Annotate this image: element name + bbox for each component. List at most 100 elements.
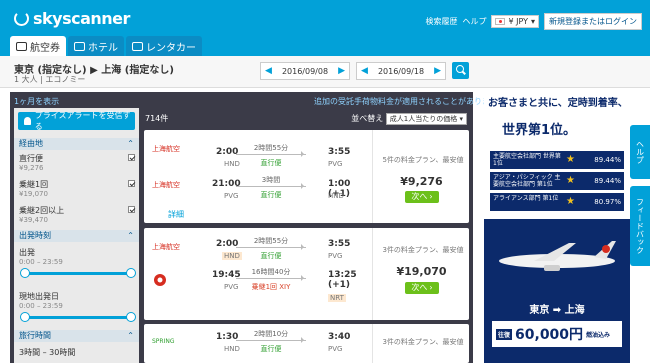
stops-two-plus-label: 乗継2回以上 xyxy=(19,206,65,215)
baggage-notice[interactable]: 追加の受託手荷物料金が適用されることがあります xyxy=(314,96,498,107)
return-time-slider[interactable] xyxy=(20,312,136,322)
slider-min-handle[interactable] xyxy=(20,312,30,322)
route-arrow-icon xyxy=(236,151,306,157)
passenger-info: 1 大人 | エコノミー xyxy=(14,75,86,84)
hainan-airlines-logo-icon xyxy=(154,274,166,286)
svg-text:SPRING: SPRING xyxy=(152,338,175,345)
results-header: 714件 並べ替え 成人1人当たりの価格 ▾ xyxy=(143,110,469,126)
airline-logo-icon: 上海航空 xyxy=(152,242,180,251)
results-count: 714件 xyxy=(145,113,169,123)
airline-logo-icon: 上海航空 xyxy=(152,144,180,153)
prev-date-icon[interactable]: ◀ xyxy=(361,66,368,76)
price-column: 5件の料金プラン、最安値 ¥9,276 次へ xyxy=(372,130,469,223)
stops-filter-header[interactable]: 経由地 ⌃ xyxy=(14,138,139,150)
details-link[interactable]: 詳細 xyxy=(168,209,184,220)
slider-max-handle[interactable] xyxy=(126,268,136,278)
feedback-side-tab[interactable]: フィードバック xyxy=(630,186,650,266)
product-tabs: 航空券 ホテル レンタカー xyxy=(10,36,202,56)
jal-advertisement[interactable]: お客さまと共に、定時到着率、 世界第1位。 主要航空会社部門 世界第1位 ★ 8… xyxy=(484,89,630,363)
sort-control: 並べ替え 成人1人当たりの価格 ▾ xyxy=(351,112,467,125)
sort-select[interactable]: 成人1人当たりの価格 ▾ xyxy=(385,112,467,125)
search-summary: 東京 (指定なし) ▶ 上海 (指定なし) 1 大人 | エコノミー ◀ 201… xyxy=(0,56,650,88)
chevron-up-icon: ⌃ xyxy=(127,139,134,148)
tab-hotels[interactable]: ホテル xyxy=(68,36,124,56)
logo-mark-icon xyxy=(14,11,29,26)
help-side-tab[interactable]: ヘルプ xyxy=(630,125,650,179)
award-row: アジア・パシフィック 主要航空会社部門 第1位 ★ 89.44% xyxy=(490,172,624,190)
price: ¥19,070 xyxy=(396,265,447,278)
next-date-icon[interactable]: ▶ xyxy=(338,66,345,76)
depart-time-label: 出発 xyxy=(19,248,35,257)
help-link[interactable]: ヘルプ xyxy=(462,16,486,27)
ad-route: 東京 ➡ 上海 xyxy=(529,305,585,316)
duration-range: 3時間 – 30時間 xyxy=(19,348,76,357)
star-icon: ★ xyxy=(566,196,575,207)
skyscanner-logo[interactable]: skyscanner xyxy=(14,9,130,28)
svg-text:上海航空: 上海航空 xyxy=(152,180,180,189)
stops-two-plus-checkbox[interactable] xyxy=(128,206,135,213)
depart-time-range: 0:00 – 23:59 xyxy=(19,258,63,266)
stops-direct-price: ¥9,276 xyxy=(19,164,44,172)
stops-one-label: 乗継1回 xyxy=(19,180,49,189)
ad-headline: 世界第1位。 xyxy=(502,123,577,138)
stops-direct-checkbox[interactable] xyxy=(128,154,135,161)
chevron-up-icon: ⌃ xyxy=(127,231,134,240)
star-icon: ★ xyxy=(566,154,575,165)
airline-logo-icon: SPRING xyxy=(152,338,175,345)
prev-date-icon[interactable]: ◀ xyxy=(265,66,272,76)
price-column: 3件の料金プラン、最安値 ¥19,070 次へ xyxy=(372,228,469,320)
award-row: アライアンス部門 第1位 ★ 80.97% xyxy=(490,193,624,211)
slider-max-handle[interactable] xyxy=(126,312,136,322)
chevron-up-icon: ⌃ xyxy=(127,331,134,340)
return-date-picker[interactable]: ◀ 2016/09/18 ▶ xyxy=(356,62,446,80)
result-card[interactable]: SPRING 1:30 HND 2時間10分 直行便 3:40 PVG 3件の料… xyxy=(144,324,469,363)
stops-one-price: ¥19,070 xyxy=(19,190,48,198)
stops-two-plus-price: ¥39,470 xyxy=(19,216,48,224)
top-bar: skyscanner 検索履歴 ヘルプ ¥ JPY ▾ 新規登録またはログイン … xyxy=(0,0,650,56)
search-button[interactable] xyxy=(452,62,469,79)
star-icon: ★ xyxy=(566,175,575,186)
currency-select[interactable]: ¥ JPY ▾ xyxy=(491,15,539,28)
result-card[interactable]: 上海航空 2:00 HND 2時間55分 直行便 3:55 PVG 19:45 … xyxy=(144,228,469,320)
bell-icon xyxy=(24,117,31,125)
route-arrow-icon xyxy=(236,275,306,281)
stops-direct-label: 直行便 xyxy=(19,154,43,163)
route-arrow-icon xyxy=(236,244,306,250)
login-button[interactable]: 新規登録またはログイン xyxy=(544,13,642,30)
ad-fare: 往復 60,000円 燃油込み xyxy=(492,321,622,347)
svg-text:上海航空: 上海航空 xyxy=(152,242,180,251)
select-button[interactable]: 次へ xyxy=(405,191,439,203)
flight-leg-row: 上海航空 2:00 HND 2時間55分 直行便 3:55 PVG xyxy=(152,144,351,168)
return-time-label: 現地出発日 xyxy=(19,292,59,301)
show-month-link[interactable]: 1ヶ月を表示 xyxy=(14,96,59,107)
slider-min-handle[interactable] xyxy=(20,268,30,278)
price: ¥9,276 xyxy=(400,175,443,188)
return-time-range: 0:00 – 23:59 xyxy=(19,302,63,310)
next-date-icon[interactable]: ▶ xyxy=(434,66,441,76)
flight-leg-row: 上海航空 21:00 PVG 3時間 直行便 1:00 (+1) HND xyxy=(152,176,351,200)
flight-leg-row: 19:45 PVG 16時間40分 乗継1回 XIY 13:25 (+1) NR… xyxy=(144,266,372,302)
stops-one-checkbox[interactable] xyxy=(128,180,135,187)
flight-leg-row: 上海航空 2:00 HND 2時間55分 直行便 3:55 PVG xyxy=(152,237,351,260)
price-column: 3件の料金プラン、最安値 xyxy=(372,324,469,363)
chevron-down-icon: ▾ xyxy=(530,17,535,26)
airplane-image xyxy=(499,241,616,271)
airline-logo-icon: 上海航空 xyxy=(152,180,180,189)
bed-icon xyxy=(74,41,85,51)
duration-filter-header[interactable]: 旅行時間 ⌃ xyxy=(14,330,139,342)
plane-icon xyxy=(16,41,27,51)
award-row: 主要航空会社部門 世界第1位 ★ 89.44% xyxy=(490,151,624,169)
times-filter-header[interactable]: 出発時刻 ⌃ xyxy=(14,230,139,242)
depart-date-picker[interactable]: ◀ 2016/09/08 ▶ xyxy=(260,62,350,80)
header-links: 検索履歴 ヘルプ ¥ JPY ▾ 新規登録またはログイン xyxy=(425,13,642,30)
flight-legs: 上海航空 2:00 HND 2時間55分 直行便 3:55 PVG 上海航空 2… xyxy=(144,130,372,223)
result-card[interactable]: 上海航空 2:00 HND 2時間55分 直行便 3:55 PVG 上海航空 2… xyxy=(144,130,469,223)
select-button[interactable]: 次へ xyxy=(405,282,439,294)
tab-flights[interactable]: 航空券 xyxy=(10,36,66,56)
history-link[interactable]: 検索履歴 xyxy=(425,16,457,27)
japan-flag-icon xyxy=(495,18,506,25)
tab-car-hire[interactable]: レンタカー xyxy=(126,36,202,56)
price-alert-button[interactable]: プライスアラートを受信する xyxy=(18,111,135,131)
ad-top-panel: お客さまと共に、定時到着率、 世界第1位。 主要航空会社部門 世界第1位 ★ 8… xyxy=(484,89,630,219)
depart-time-slider[interactable] xyxy=(20,268,136,278)
